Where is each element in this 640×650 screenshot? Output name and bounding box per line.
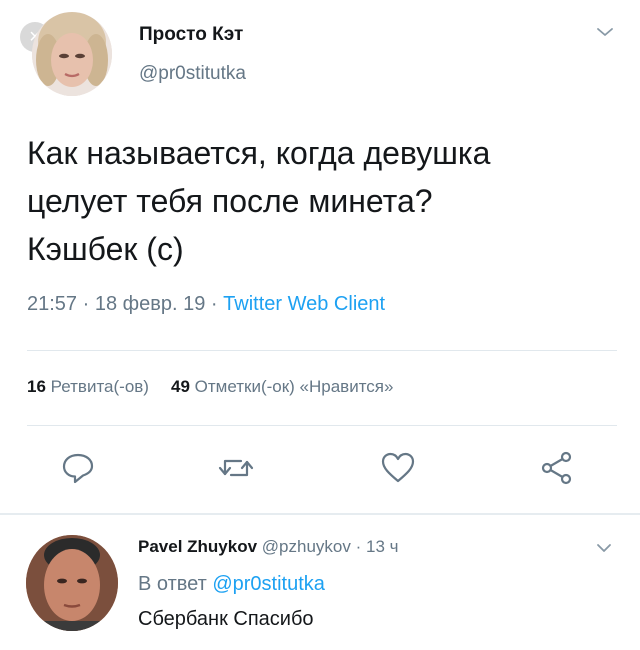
tweet-metadata: 21:57 · 18 февр. 19 · Twitter Web Client bbox=[27, 293, 385, 316]
reply-context: В ответ @pr0stitutka bbox=[138, 573, 325, 596]
chevron-down-icon[interactable] bbox=[594, 24, 616, 40]
tweet-menu-button[interactable] bbox=[594, 24, 616, 40]
divider bbox=[27, 350, 617, 351]
retweets-count[interactable]: 16 bbox=[27, 377, 46, 396]
reply-author-handle[interactable]: @pzhuykov bbox=[262, 537, 351, 556]
reply-to-mention-link[interactable]: @pr0stitutka bbox=[212, 573, 325, 595]
tweet-text: Как называется, когда девушка целует теб… bbox=[27, 135, 491, 267]
likes-label[interactable]: Отметки(-ок) «Нравится» bbox=[195, 377, 394, 396]
reply-icon[interactable] bbox=[58, 448, 98, 488]
meta-separator: · bbox=[82, 293, 90, 315]
reply-author-avatar[interactable] bbox=[26, 535, 118, 631]
reply-menu-button[interactable] bbox=[594, 541, 614, 555]
reply-author-name[interactable]: Pavel Zhuykov bbox=[138, 537, 257, 556]
divider bbox=[27, 425, 617, 426]
divider bbox=[0, 513, 640, 515]
author-handle[interactable]: @pr0stitutka bbox=[139, 63, 246, 85]
reply-time[interactable]: 13 ч bbox=[366, 537, 399, 556]
share-icon[interactable] bbox=[537, 448, 577, 488]
author-avatar[interactable] bbox=[32, 12, 112, 96]
likes-count[interactable]: 49 bbox=[171, 377, 190, 396]
author-display-name[interactable]: Просто Кэт bbox=[139, 24, 243, 46]
tweet-time: 21:57 bbox=[27, 293, 78, 315]
tweet-client-link[interactable]: Twitter Web Client bbox=[223, 293, 385, 315]
like-button[interactable] bbox=[378, 448, 418, 488]
reply-to-label: В ответ bbox=[138, 573, 207, 595]
tweet-stats: 16 Ретвита(-ов) 49 Отметки(-ок) «Нравится… bbox=[27, 377, 393, 397]
share-button[interactable] bbox=[537, 448, 577, 488]
tweet-date: 18 февр. 19 bbox=[94, 293, 206, 315]
reply-text: Сбербанк Спасибо bbox=[138, 608, 314, 630]
meta-separator: · bbox=[210, 293, 218, 315]
like-icon[interactable] bbox=[378, 448, 418, 488]
retweet-icon[interactable] bbox=[216, 448, 256, 488]
reply-button[interactable] bbox=[58, 448, 98, 488]
retweet-button[interactable] bbox=[216, 448, 256, 488]
chevron-down-icon[interactable] bbox=[594, 541, 614, 555]
meta-separator: · bbox=[355, 537, 362, 556]
retweets-label[interactable]: Ретвита(-ов) bbox=[51, 377, 149, 396]
reply-header: Pavel Zhuykov @pzhuykov · 13 ч bbox=[138, 537, 399, 557]
